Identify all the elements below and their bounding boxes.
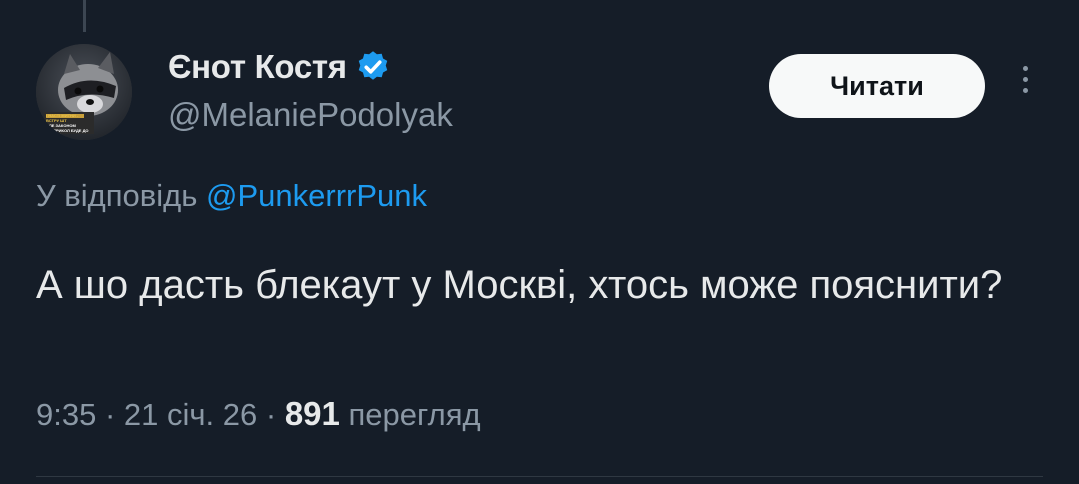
thread-connector-line xyxy=(83,0,86,32)
views-count: 891 xyxy=(284,395,340,432)
tweet-text: А шо дасть блекаут у Москві, хтось може … xyxy=(36,263,1003,307)
follow-button[interactable]: Читати xyxy=(769,54,985,118)
tweet-time[interactable]: 9:35 xyxy=(36,397,96,432)
separator-dot: · xyxy=(104,397,124,432)
user-handle[interactable]: @MelaniePodolyak xyxy=(168,96,453,134)
display-name[interactable]: Єнот Костя xyxy=(168,48,347,86)
reply-mention-link[interactable]: @PunkerrrPunk xyxy=(206,178,427,213)
avatar-caption-line: БО ПРИКОЛ БУДЕ ДО ЛЮДЕЙ xyxy=(46,128,89,138)
tweet-date[interactable]: 21 січ. 26 xyxy=(124,397,257,432)
divider xyxy=(36,476,1043,477)
views-label: перегляд xyxy=(348,397,481,432)
author-name-row: Єнот Костя xyxy=(168,48,391,86)
avatar-caption-line: І НАСТІ МИТНИ - ВСТРУ ШТ xyxy=(46,113,79,123)
more-vertical-icon[interactable] xyxy=(1015,66,1035,106)
avatar[interactable]: І НАСТІ МИТНИ - ВСТРУ ШТ АЛЕ ЗАКОНОМ БО … xyxy=(36,44,132,140)
tweet-meta: 9:35 · 21 січ. 26 · 891 перегляд xyxy=(36,395,481,433)
separator-dot: · xyxy=(265,397,285,432)
reply-context: У відповідь @PunkerrrPunk xyxy=(36,178,427,214)
reply-prefix: У відповідь xyxy=(36,178,198,213)
verified-badge-icon xyxy=(358,51,387,80)
